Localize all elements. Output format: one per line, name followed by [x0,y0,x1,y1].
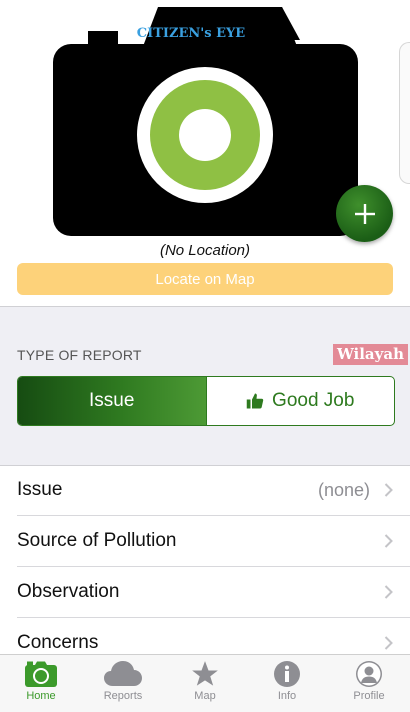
list-row-issue[interactable]: Issue (none) [17,465,410,516]
tab-info[interactable]: Info [246,655,328,712]
row-label: Source of Pollution [17,530,177,551]
tab-map[interactable]: Map [164,655,246,712]
bottom-tab-bar: Home Reports Map Info Profile [0,654,410,712]
watermark: Wilayah [332,344,408,365]
report-type-segmented-control[interactable]: Issue Good Job [17,376,395,426]
thumbs-up-icon [246,393,264,409]
segment-issue[interactable]: Issue [18,377,206,425]
chevron-right-icon [384,636,393,650]
segment-issue-label: Issue [89,390,135,411]
tab-reports[interactable]: Reports [82,655,164,712]
tab-label: Info [277,690,297,702]
row-label: Concerns [17,632,99,653]
camera-icon [25,661,57,687]
row-label: Observation [17,581,120,602]
report-type-section: TYPE OF REPORT Wilayah Issue Good Job [0,306,410,466]
chevron-right-icon [384,585,393,599]
info-icon [274,661,300,687]
tab-profile[interactable]: Profile [328,655,410,712]
list-row-source-of-pollution[interactable]: Source of Pollution [17,516,410,567]
camera-logo-text: CITIZEN's EYE [137,26,245,41]
tab-label: Map [194,690,216,702]
tab-label: Profile [353,690,385,702]
tab-home[interactable]: Home [0,655,82,712]
add-photo-button[interactable] [336,185,393,242]
report-form-list: Issue (none) Source of Pollution Observa… [0,465,410,669]
tab-label: Reports [103,690,143,702]
side-drawer-handle[interactable] [399,42,410,184]
segment-good-job[interactable]: Good Job [205,377,395,425]
list-row-observation[interactable]: Observation [17,567,410,618]
chevron-right-icon [384,483,393,497]
plus-icon [354,203,375,224]
row-label: Issue [17,479,63,500]
row-value: (none) [317,479,370,500]
location-text: (No Location) [159,242,251,259]
photo-area[interactable]: CITIZEN's EYE (No Location) Locate on Ma… [0,0,410,305]
locate-on-map-button[interactable]: Locate on Map [17,263,393,295]
star-icon [192,661,218,686]
type-of-report-label: TYPE OF REPORT [17,347,142,363]
tab-label: Home [26,690,56,702]
profile-icon [356,661,382,687]
chevron-right-icon [384,534,393,548]
camera-placeholder-image[interactable]: CITIZEN's EYE [50,4,360,238]
segment-good-job-label: Good Job [272,390,355,411]
cloud-icon [104,661,142,686]
